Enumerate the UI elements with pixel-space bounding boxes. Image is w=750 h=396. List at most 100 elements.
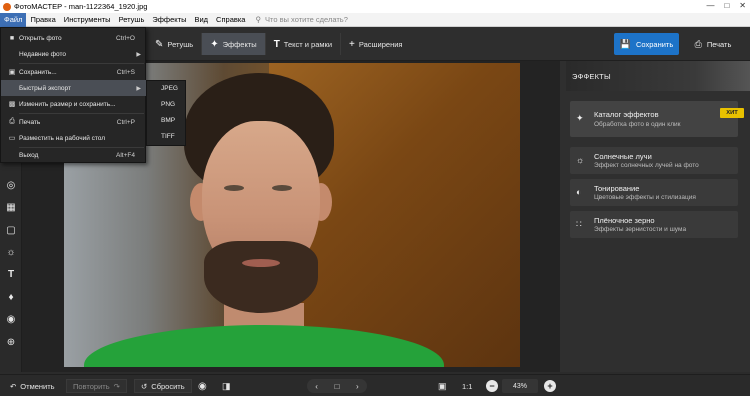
chevron-left-icon[interactable]: ‹ <box>315 382 318 391</box>
menu-item-quick-export[interactable]: Быстрый экспорт ▶ <box>1 80 146 96</box>
floppy-icon: ▣ <box>8 69 16 76</box>
floppy-icon: 💾 <box>619 38 631 49</box>
chevron-right-icon[interactable]: › <box>356 382 359 391</box>
fit-screen-icon[interactable]: ▣ <box>438 379 447 393</box>
magic-wand-icon: ✦ <box>576 113 584 123</box>
menu-item-open[interactable]: ■ Открыть фото Ctrl+O <box>1 30 146 46</box>
menu-help[interactable]: Справка <box>212 13 249 27</box>
gradient-icon[interactable]: ▦ <box>0 202 22 213</box>
menu-item-label: Сохранить... <box>19 68 57 76</box>
hit-badge: ХИТ <box>720 108 744 118</box>
file-menu-dropdown: ■ Открыть фото Ctrl+O Недавние фото ▶ ▣ … <box>0 27 146 163</box>
tab-label: Текст и рамки <box>283 39 333 49</box>
minimize-button[interactable]: — <box>706 1 714 10</box>
half-circle-icon: ◐ <box>576 187 582 197</box>
chevron-right-icon: ▶ <box>136 85 141 92</box>
zoom-out-icon[interactable]: − <box>486 380 498 392</box>
magic-wand-icon: ✦ <box>210 38 219 50</box>
menu-item-shortcut: Ctrl+O <box>116 34 135 42</box>
menu-edit[interactable]: Правка <box>26 13 59 27</box>
effect-card-toning[interactable]: ◐ Тонирование Цветовые эффекты и стилиза… <box>570 179 738 206</box>
eye-icon[interactable]: ◉ <box>198 379 207 393</box>
brush-icon: ✎ <box>155 38 164 50</box>
effect-card-film-grain[interactable]: ∷ Плёночное зерно Эффекты зернистости и … <box>570 211 738 238</box>
undo-button[interactable]: ↶ Отменить <box>10 379 55 393</box>
menu-item-resize-save[interactable]: ▩ Изменить размер и сохранить... <box>1 96 146 112</box>
crosshair-icon[interactable]: ⊕ <box>0 337 22 348</box>
photo-eye <box>224 185 244 191</box>
photo-beard <box>204 241 318 313</box>
redo-button[interactable]: Повторить ↷ <box>66 379 127 393</box>
sun-icon[interactable]: ☼ <box>0 247 22 258</box>
target-icon[interactable]: ◎ <box>0 180 22 191</box>
menu-item-save[interactable]: ▣ Сохранить... Ctrl+S <box>1 64 146 80</box>
card-title: Солнечные лучи <box>594 152 652 161</box>
command-search[interactable]: ⚲ Что вы хотите сделать? <box>255 15 347 24</box>
stamp-icon[interactable]: ◉ <box>0 314 22 325</box>
redo-label: Повторить <box>73 381 110 391</box>
app-logo-icon <box>3 2 11 11</box>
undo-icon: ↶ <box>10 381 17 391</box>
photo-mouth <box>242 259 280 267</box>
menu-retouch[interactable]: Ретушь <box>115 13 149 27</box>
print-label: Печать <box>706 39 732 49</box>
menu-bar: Файл Правка Инструменты Ретушь Эффекты В… <box>0 12 750 27</box>
menu-item-label: Недавние фото <box>19 50 67 58</box>
menu-tools[interactable]: Инструменты <box>60 13 115 27</box>
effect-card-catalog[interactable]: ✦ Каталог эффектов Обработка фото в один… <box>570 101 738 137</box>
search-icon: ⚲ <box>255 15 261 24</box>
save-button[interactable]: 💾 Сохранить <box>614 33 679 55</box>
export-jpeg[interactable]: JPEG <box>147 81 187 97</box>
menu-item-label: Изменить размер и сохранить... <box>19 100 116 108</box>
menu-item-label: Разместить на рабочий стол <box>19 134 106 142</box>
tab-label: Ретушь <box>167 39 194 49</box>
menu-item-set-desktop[interactable]: ▭ Разместить на рабочий стол <box>1 130 146 146</box>
search-placeholder: Что вы хотите сделать? <box>264 15 348 24</box>
photo-eye <box>272 185 292 191</box>
bottom-bar: ↶ Отменить Повторить ↷ ↺ Сбросить ◉ ◨ ‹ … <box>0 374 750 396</box>
undo-label: Отменить <box>20 381 55 391</box>
tab-effects[interactable]: ✦ Эффекты <box>202 33 266 55</box>
tab-bar: ✎ Ретушь ✦ Эффекты T Текст и рамки + Рас… <box>147 33 410 55</box>
menu-item-shortcut: Ctrl+S <box>116 68 135 76</box>
export-bmp[interactable]: BMP <box>147 113 187 129</box>
maximize-button[interactable]: □ <box>724 1 729 10</box>
plus-icon: + <box>349 38 355 50</box>
photo-navigation: ‹ □ › <box>307 379 367 393</box>
vignette-icon[interactable]: ▢ <box>0 225 22 236</box>
card-title: Тонирование <box>594 184 640 193</box>
close-button[interactable]: ✕ <box>739 1 746 10</box>
monitor-icon: ▭ <box>8 135 16 142</box>
effect-card-sun-rays[interactable]: ☼ Солнечные лучи Эффект солнечных лучей … <box>570 147 738 174</box>
reset-button[interactable]: ↺ Сбросить <box>134 379 192 393</box>
menu-effects[interactable]: Эффекты <box>148 13 190 27</box>
text-icon: T <box>273 38 280 50</box>
title-bar: ФотоМАСТЕР - man-1122364_1920.jpg — □ ✕ <box>0 0 750 13</box>
menu-file[interactable]: Файл <box>0 12 27 27</box>
window-title: ФотоМАСТЕР - man-1122364_1920.jpg <box>14 2 148 11</box>
menu-item-exit[interactable]: Выход Alt+F4 <box>1 147 146 163</box>
folder-icon: ■ <box>9 34 15 42</box>
fill-icon[interactable]: ♦ <box>0 292 22 303</box>
export-tiff[interactable]: TIFF <box>147 129 187 145</box>
sun-icon: ☼ <box>576 155 585 165</box>
menu-item-label: Печать <box>19 118 41 126</box>
menu-item-shortcut: Ctrl+P <box>116 118 135 126</box>
menu-item-label: Выход <box>19 151 39 159</box>
redo-icon: ↷ <box>113 381 120 391</box>
folder-icon[interactable]: □ <box>335 382 340 391</box>
reset-icon: ↺ <box>141 381 148 391</box>
tab-retouch[interactable]: ✎ Ретушь <box>147 33 203 55</box>
tab-text-frames[interactable]: T Текст и рамки <box>266 33 342 55</box>
compare-icon[interactable]: ◨ <box>222 379 231 393</box>
menu-item-print[interactable]: ⎙ Печать Ctrl+P <box>1 114 146 130</box>
export-png[interactable]: PNG <box>147 97 187 113</box>
actual-size-button[interactable]: 1:1 <box>462 379 472 393</box>
menu-view[interactable]: Вид <box>190 13 212 27</box>
zoom-level: 43% <box>502 379 538 393</box>
menu-item-recent[interactable]: Недавние фото ▶ <box>1 46 146 62</box>
print-button[interactable]: ⎙ Печать <box>683 33 743 55</box>
zoom-in-icon[interactable]: + <box>544 380 556 392</box>
tab-extensions[interactable]: + Расширения <box>341 33 410 55</box>
text-tool-icon[interactable]: T <box>0 269 22 280</box>
